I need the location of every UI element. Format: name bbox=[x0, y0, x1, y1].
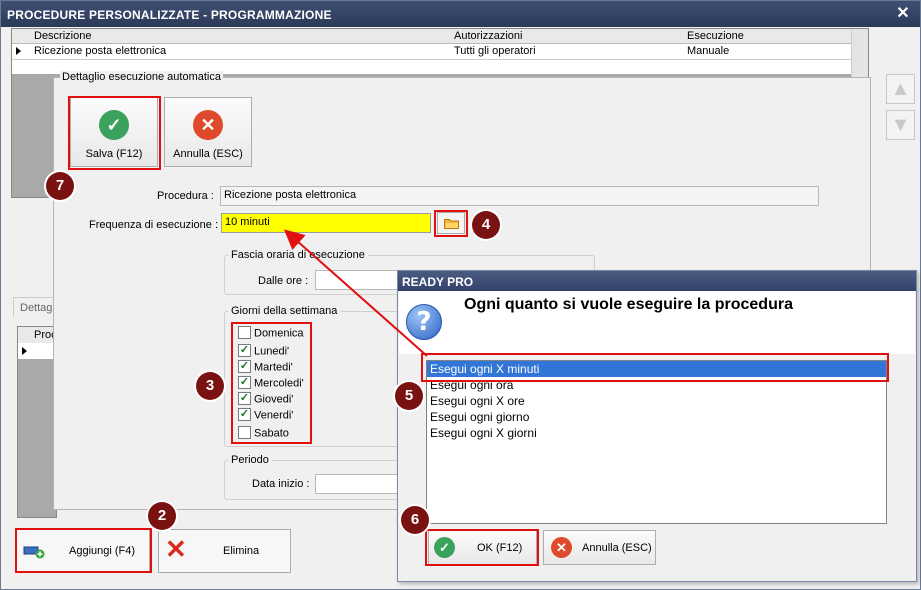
annotation-arrow bbox=[284, 229, 428, 357]
annotation-badge-5: 5 bbox=[395, 382, 423, 410]
annotation-badge-3: 3 bbox=[196, 372, 224, 400]
annotation-badge-2: 2 bbox=[148, 502, 176, 530]
annotation-badge-4: 4 bbox=[472, 211, 500, 239]
annotation-badge-6: 6 bbox=[401, 506, 429, 534]
annotation-badge-7: 7 bbox=[46, 172, 74, 200]
